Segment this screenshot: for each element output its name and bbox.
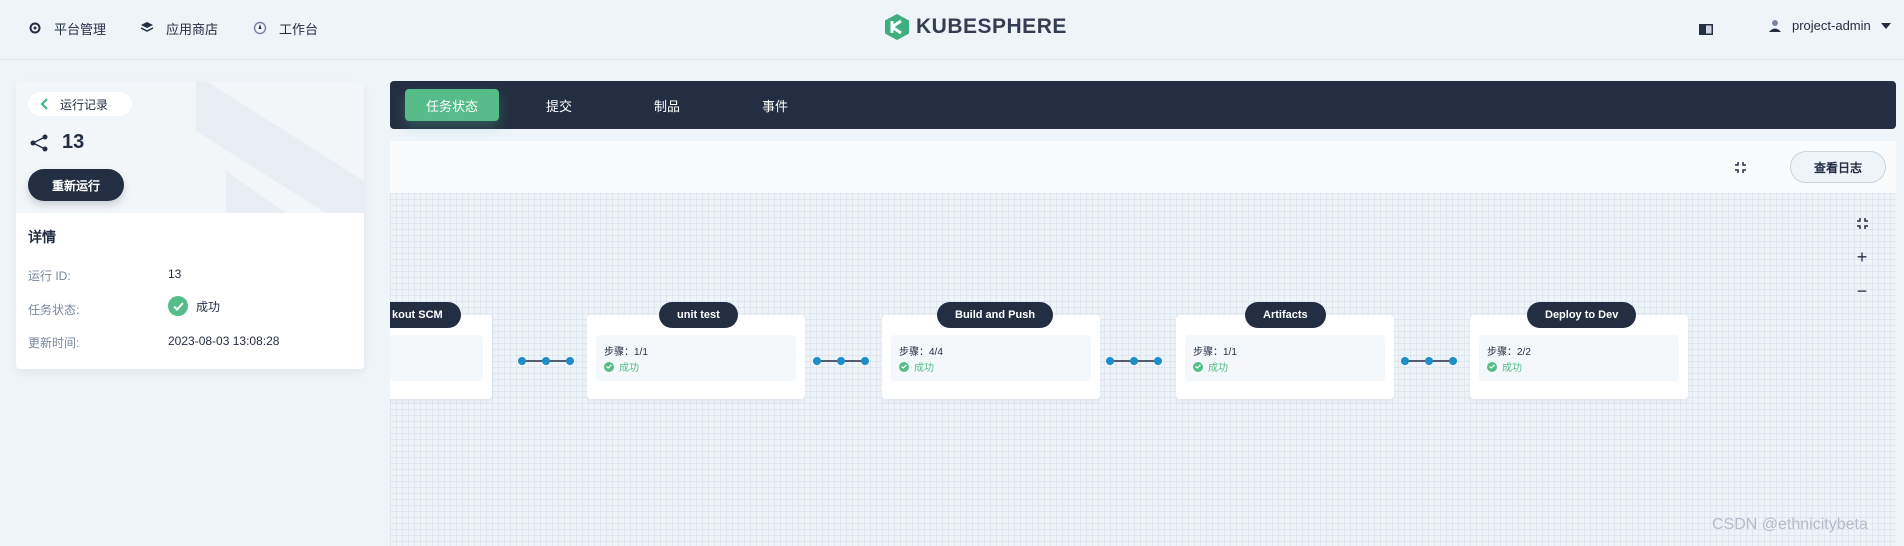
user-menu[interactable]: project-admin	[1768, 18, 1891, 33]
nav-label: 平台管理	[54, 21, 107, 37]
tab-commits[interactable]: 提交	[512, 89, 606, 121]
stage-status-text: 成功	[1208, 363, 1228, 374]
stage-status: 成功	[604, 359, 639, 374]
pipeline-canvas: kout SCM 步骤：1/1 成功 unit test 步骤：4/4 成功 B…	[390, 193, 1896, 546]
stage-steps: 步骤：2/2	[1487, 347, 1531, 358]
stage-steps: 步骤：1/1	[1193, 347, 1237, 358]
tab-artifacts[interactable]: 制品	[620, 89, 714, 121]
stage-status-text: 成功	[1502, 363, 1522, 374]
stage-status: 成功	[1487, 359, 1522, 374]
fullscreen-icon[interactable]	[1735, 162, 1746, 173]
username: project-admin	[1792, 18, 1871, 33]
nav-label: 应用商店	[166, 21, 219, 37]
stage-steps-box: 步骤：1/1 成功	[596, 335, 796, 381]
status-text: 成功	[196, 299, 221, 314]
chevron-down-icon	[1880, 22, 1891, 29]
stage-connector	[1106, 357, 1162, 365]
zoom-out-button[interactable]: −	[1852, 281, 1872, 301]
nav-platform-management[interactable]: 平台管理	[28, 18, 106, 38]
fit-view-icon[interactable]	[1852, 213, 1872, 233]
run-number-text: 13	[62, 131, 85, 153]
stage-connector	[813, 357, 869, 365]
nav-app-store[interactable]: 应用商店	[140, 18, 218, 38]
stage-title: Build and Push	[937, 302, 1054, 328]
back-label: 运行记录	[60, 97, 109, 112]
success-check-icon	[1193, 361, 1203, 372]
run-number: 13	[30, 131, 84, 154]
run-tabs: 任务状态 提交 制品 事件	[390, 81, 1896, 129]
stage-title: unit test	[659, 302, 738, 328]
success-check-icon	[168, 296, 188, 316]
details-title: 详情	[28, 229, 56, 245]
stage-card[interactable]: 步骤：2/2 成功 Deploy to Dev	[1470, 302, 1688, 399]
run-id-value: 13	[168, 267, 182, 281]
cube-icon	[140, 21, 154, 35]
stage-title: Deploy to Dev	[1527, 302, 1637, 328]
stage-connector	[518, 357, 574, 365]
run-detail-card: 运行记录 13 重新运行 详情 运行 ID: 13 任务状态: 成功 更新时间:…	[16, 81, 364, 369]
stage-title: Artifacts	[1245, 302, 1326, 328]
updated-time-value: 2023-08-03 13:08:28	[168, 334, 280, 348]
pipeline-branch-icon	[30, 134, 48, 152]
tab-events[interactable]: 事件	[728, 89, 822, 121]
pipeline-toolbar: 查看日志	[390, 141, 1896, 193]
stage-status: 成功	[1193, 359, 1228, 374]
stage-steps: 步骤：4/4	[899, 347, 943, 358]
top-navbar: 平台管理 应用商店 工作台 KUBESPHERE project-admin	[0, 0, 1904, 60]
stage-status-text: 成功	[914, 363, 934, 374]
stage-card[interactable]: kout SCM	[390, 302, 492, 399]
kubesphere-logo-icon	[885, 14, 909, 40]
stage-status: 成功	[899, 359, 934, 374]
run-header: 运行记录 13 重新运行	[16, 81, 364, 213]
task-status-value: 成功	[168, 296, 220, 316]
stage-card[interactable]: 步骤：4/4 成功 Build and Push	[882, 302, 1100, 399]
nav-label: 工作台	[279, 21, 319, 37]
field-label: 运行 ID:	[28, 269, 71, 283]
stage-steps-box: 步骤：1/1 成功	[1185, 335, 1385, 381]
stage-title: kout SCM	[390, 302, 461, 328]
decorative-watermark-icon	[196, 81, 364, 213]
success-check-icon	[1487, 361, 1497, 372]
watermark-text: CSDN @ethnicitybeta	[1712, 516, 1868, 533]
brand-logo[interactable]: KUBESPHERE	[884, 12, 1067, 42]
stage-steps-box: 步骤：4/4 成功	[891, 335, 1091, 381]
stage-steps: 步骤：1/1	[604, 347, 648, 358]
field-label: 更新时间:	[28, 336, 80, 350]
zoom-in-button[interactable]: +	[1852, 247, 1872, 267]
tab-task-status[interactable]: 任务状态	[405, 89, 499, 121]
field-label: 任务状态:	[28, 303, 80, 317]
stage-status-text: 成功	[619, 363, 639, 374]
stage-card[interactable]: 步骤：1/1 成功 Artifacts	[1176, 302, 1394, 399]
chevron-left-icon	[40, 98, 48, 110]
nav-workbench[interactable]: 工作台	[253, 18, 318, 38]
back-to-runs-button[interactable]: 运行记录	[28, 92, 132, 116]
brand-name: KUBESPHERE	[916, 15, 1067, 38]
user-icon	[1768, 19, 1782, 33]
stage-connector	[1401, 357, 1457, 365]
view-logs-button[interactable]: 查看日志	[1790, 151, 1886, 183]
notification-icon[interactable]	[1699, 22, 1713, 35]
rerun-button[interactable]: 重新运行	[28, 169, 124, 201]
stage-card[interactable]: 步骤：1/1 成功 unit test	[587, 302, 805, 399]
stage-steps-box	[390, 335, 483, 381]
stage-steps-box: 步骤：2/2 成功	[1479, 335, 1679, 381]
success-check-icon	[899, 361, 909, 372]
compass-icon	[253, 21, 267, 35]
gear-icon	[28, 21, 42, 35]
success-check-icon	[604, 361, 614, 372]
